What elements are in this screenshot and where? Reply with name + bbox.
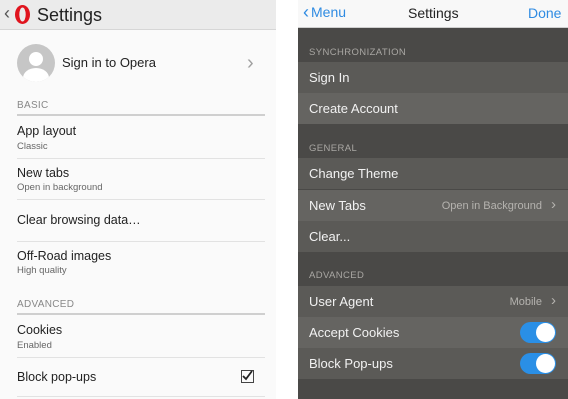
section-synchronization: SYNCHRONIZATION	[309, 47, 407, 58]
menu-back-button[interactable]: ‹ Menu	[303, 2, 347, 22]
page-title: Settings	[37, 5, 103, 25]
menu-back-label: Menu	[311, 4, 347, 20]
item-title: Cookies	[17, 323, 63, 337]
section-advanced: ADVANCED	[17, 299, 75, 310]
create-account-row[interactable]: Create Account	[298, 93, 568, 124]
section-basic: BASIC	[17, 100, 49, 111]
accept-cookies-toggle[interactable]	[520, 322, 556, 343]
item-title: New tabs	[17, 166, 70, 180]
item-subtitle: Open in background	[17, 182, 103, 193]
chevron-left-icon: ‹	[303, 2, 309, 22]
block-popups-item[interactable]: Block pop-ups	[0, 358, 276, 396]
divider	[17, 396, 265, 397]
row-label: New Tabs	[309, 198, 366, 213]
chevron-right-icon: ›	[551, 292, 556, 309]
bottom-fill	[298, 380, 568, 399]
checkbox-icon[interactable]	[241, 370, 254, 383]
item-title: App layout	[17, 124, 77, 138]
sign-in-row[interactable]: Sign in to Opera ›	[0, 42, 276, 86]
opera-logo-icon	[15, 5, 30, 24]
section-advanced: ADVANCED	[309, 270, 365, 281]
toggle-knob	[536, 354, 555, 373]
done-button[interactable]: Done	[528, 5, 561, 21]
cookies-item[interactable]: Cookies Enabled	[0, 315, 276, 357]
clear-row[interactable]: Clear...	[298, 221, 568, 252]
android-settings-panel: ‹ Settings Sign in to Opera › BASIC App …	[0, 0, 276, 399]
app-layout-item[interactable]: App layout Classic	[0, 116, 276, 158]
avatar-icon	[17, 44, 55, 82]
row-value: Mobile	[509, 296, 542, 308]
off-road-images-item[interactable]: Off-Road images High quality	[0, 242, 276, 284]
nav-bar: ‹ Menu Settings Done	[298, 0, 568, 28]
chevron-left-icon[interactable]: ‹	[4, 4, 10, 22]
row-label: User Agent	[309, 294, 374, 309]
toggle-knob	[536, 323, 555, 342]
item-title: Block pop-ups	[17, 370, 97, 384]
item-title: Off-Road images	[17, 249, 112, 263]
new-tabs-row[interactable]: New Tabs Open in Background ›	[298, 190, 568, 221]
item-title: Clear browsing data…	[17, 213, 141, 227]
accept-cookies-row: Accept Cookies	[298, 317, 568, 348]
section-general: GENERAL	[309, 143, 358, 154]
row-label: Create Account	[309, 101, 398, 116]
change-theme-row[interactable]: Change Theme	[298, 158, 568, 189]
row-label: Block Pop-ups	[309, 356, 393, 371]
clear-browsing-data-item[interactable]: Clear browsing data…	[0, 200, 276, 241]
block-popups-row: Block Pop-ups	[298, 348, 568, 379]
sign-in-label: Sign in to Opera	[62, 55, 156, 70]
page-title: Settings	[408, 5, 459, 21]
row-label: Accept Cookies	[309, 325, 400, 340]
row-label: Change Theme	[309, 166, 399, 181]
app-bar: ‹ Settings	[0, 0, 276, 30]
ios-settings-panel: ‹ Menu Settings Done SYNCHRONIZATION Sign…	[298, 0, 568, 399]
item-subtitle: High quality	[17, 265, 67, 276]
row-label: Sign In	[309, 70, 350, 85]
chevron-right-icon: ›	[551, 196, 556, 213]
user-agent-row[interactable]: User Agent Mobile ›	[298, 286, 568, 317]
row-value: Open in Background	[441, 200, 542, 212]
item-subtitle: Enabled	[17, 340, 52, 351]
row-label: Clear...	[309, 229, 351, 244]
block-popups-toggle[interactable]	[520, 353, 556, 374]
item-subtitle: Classic	[17, 141, 48, 152]
chevron-right-icon: ›	[247, 52, 254, 74]
new-tabs-item[interactable]: New tabs Open in background	[0, 159, 276, 199]
sign-in-row[interactable]: Sign In	[298, 62, 568, 93]
